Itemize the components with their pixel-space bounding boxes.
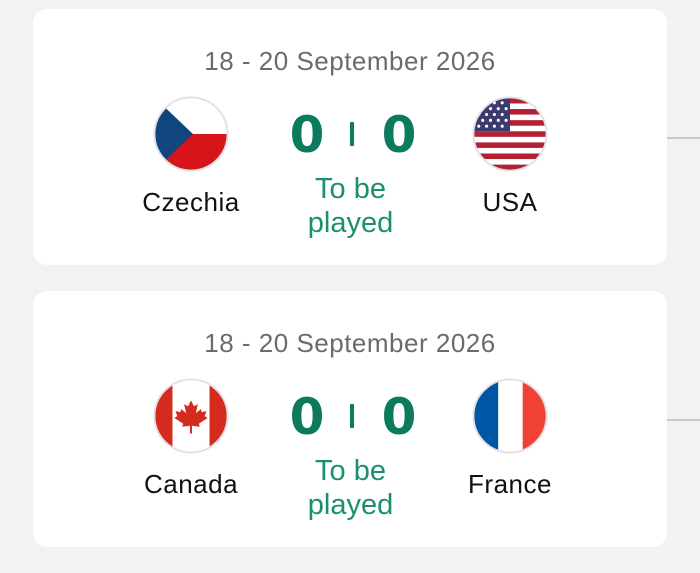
status-line: To be bbox=[315, 173, 386, 205]
score-separator bbox=[350, 404, 354, 428]
status-line: To be bbox=[315, 455, 386, 487]
match-date: 18 - 20 September 2026 bbox=[204, 46, 496, 76]
match-date: 18 - 20 September 2026 bbox=[204, 328, 496, 358]
home-team[interactable]: Canada bbox=[111, 377, 271, 500]
france-flag-icon bbox=[472, 378, 548, 454]
czech-flag-icon bbox=[153, 96, 229, 172]
away-score: 0 bbox=[381, 388, 417, 446]
bracket-connector bbox=[667, 419, 700, 421]
scoreline: 0 0 bbox=[278, 105, 428, 165]
match-card[interactable]: 18 - 20 September 2026 Canada 0 0 To be … bbox=[33, 291, 667, 547]
home-score: 0 bbox=[289, 388, 325, 446]
away-team[interactable]: USA bbox=[430, 95, 590, 218]
away-team[interactable]: France bbox=[430, 377, 590, 500]
home-team-name: Czechia bbox=[142, 187, 240, 217]
away-score: 0 bbox=[381, 106, 417, 164]
away-team-name: France bbox=[468, 469, 552, 499]
status-line: played bbox=[307, 489, 394, 521]
home-team[interactable]: Czechia bbox=[111, 95, 271, 218]
scoreline: 0 0 bbox=[278, 387, 428, 447]
home-team-name: Canada bbox=[143, 469, 239, 499]
match-card[interactable]: 18 - 20 September 2026 Czechia 0 0 To be… bbox=[33, 9, 667, 265]
match-status: To be played bbox=[273, 454, 428, 522]
canada-flag-icon bbox=[153, 378, 229, 454]
score-separator bbox=[350, 122, 354, 146]
bracket-connector bbox=[667, 137, 700, 139]
usa-flag-icon bbox=[472, 96, 548, 172]
status-line: played bbox=[307, 207, 394, 239]
away-team-name: USA bbox=[482, 187, 538, 217]
match-status: To be played bbox=[273, 172, 428, 240]
home-score: 0 bbox=[289, 106, 325, 164]
